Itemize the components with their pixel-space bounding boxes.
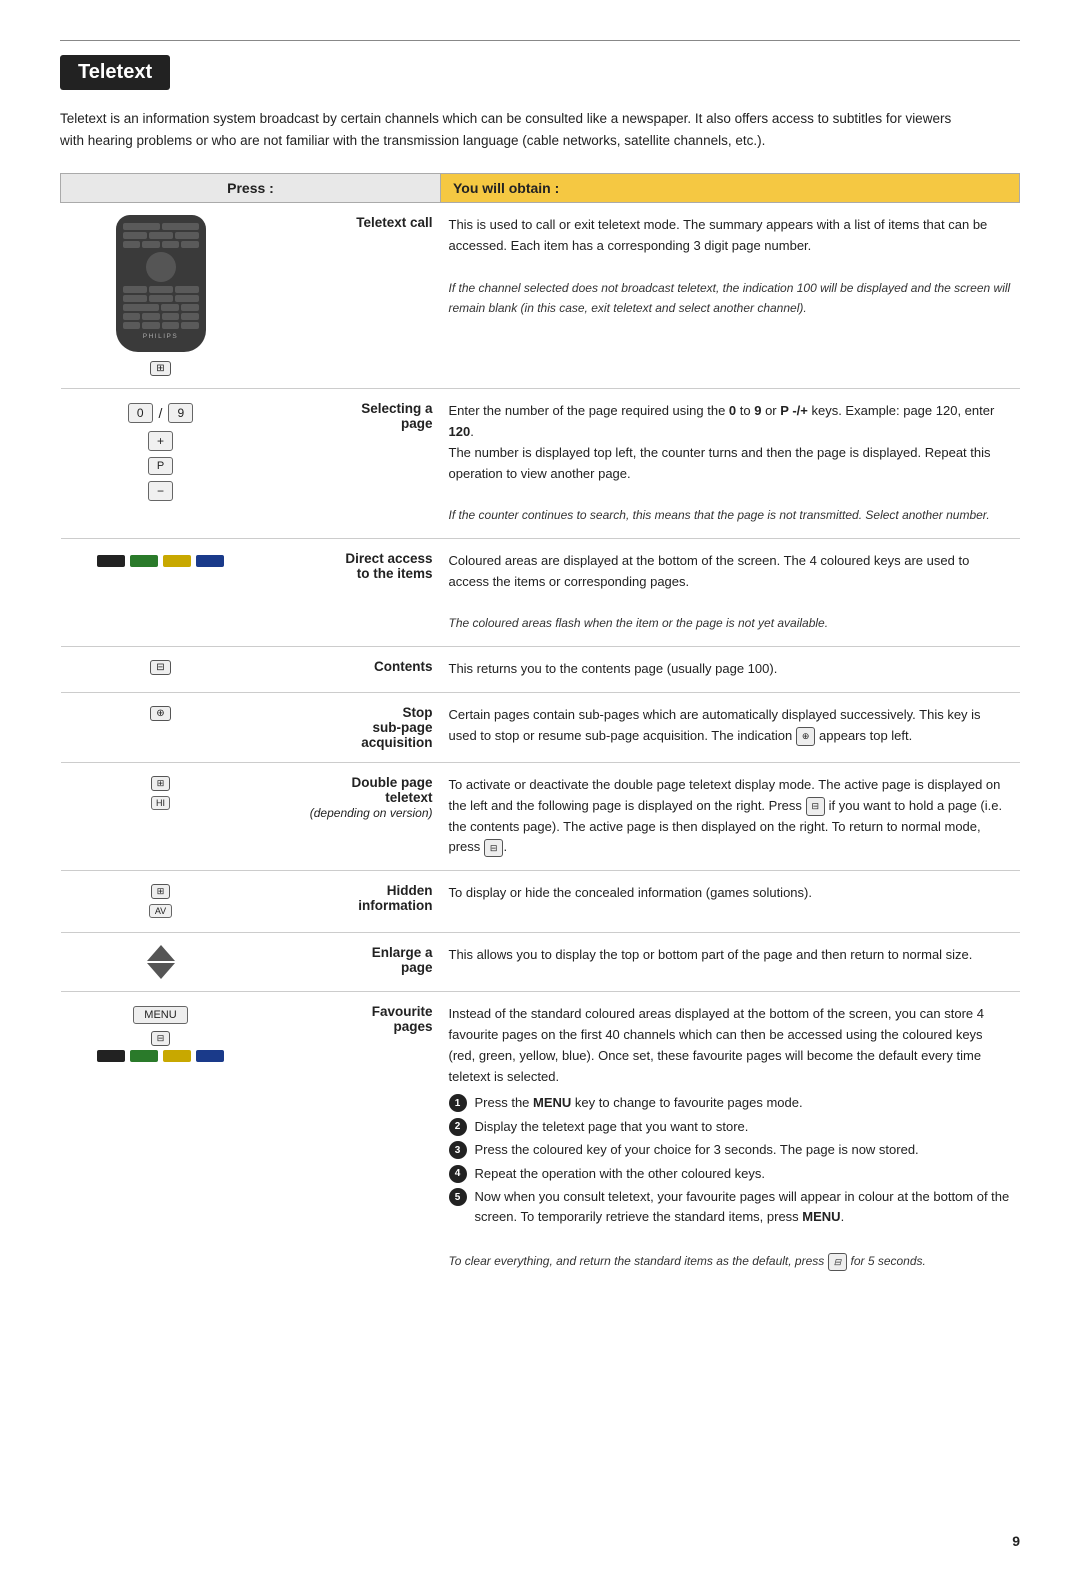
- label-stop-subpage: Stopsub-pageacquisition: [261, 693, 441, 763]
- label-hidden-info: Hiddeninformation: [261, 871, 441, 933]
- label-direct-access: Direct accessto the items: [261, 539, 441, 647]
- stop-subpage-button-icon: ⊕: [69, 705, 253, 721]
- label-selecting-page: Selecting apage: [261, 389, 441, 539]
- label-favourite: Favouritepages: [261, 992, 441, 1284]
- contents-button-icon: ⊟: [69, 659, 253, 675]
- number-buttons-icon: 0 / 9 + P −: [69, 401, 253, 503]
- table-row: ⊕ Stopsub-pageacquisition Certain pages …: [61, 693, 1020, 763]
- desc-selecting-page: Enter the number of the page required us…: [441, 389, 1020, 539]
- table-row: MENU ⊟ Favouritepages Instead of the sta…: [61, 992, 1020, 1284]
- press-header: Press :: [61, 174, 441, 203]
- page-number: 9: [1012, 1533, 1020, 1549]
- remote-control-icon: PHILIPS ⊞: [69, 215, 253, 376]
- desc-contents: This returns you to the contents page (u…: [441, 647, 1020, 693]
- table-row: Direct accessto the items Coloured areas…: [61, 539, 1020, 647]
- double-page-button-icon: ⊞ HI: [69, 775, 253, 812]
- favourite-pages-icon: MENU ⊟: [69, 1004, 253, 1062]
- table-row: ⊞ HI Double pageteletext (depending on v…: [61, 763, 1020, 871]
- page-title: Teletext: [60, 55, 1020, 108]
- label-enlarge: Enlarge apage: [261, 933, 441, 992]
- teletext-button-icon: ⊞: [150, 361, 170, 376]
- label-contents: Contents: [261, 647, 441, 693]
- table-row: PHILIPS ⊞ Teletext call This is used to …: [61, 203, 1020, 389]
- color-buttons-icon: [69, 555, 253, 567]
- desc-teletext-call: This is used to call or exit teletext mo…: [441, 203, 1020, 389]
- favourite-steps-list: 1 Press the MENU key to change to favour…: [449, 1093, 1012, 1226]
- desc-stop-subpage: Certain pages contain sub-pages which ar…: [441, 693, 1020, 763]
- obtain-header: You will obtain :: [441, 174, 1020, 203]
- label-teletext-call: Teletext call: [261, 203, 441, 389]
- desc-double-page: To activate or deactivate the double pag…: [441, 763, 1020, 871]
- desc-enlarge: This allows you to display the top or bo…: [441, 933, 1020, 992]
- label-double-page: Double pageteletext (depending on versio…: [261, 763, 441, 871]
- table-row: ⊟ Contents This returns you to the conte…: [61, 647, 1020, 693]
- intro-paragraph: Teletext is an information system broadc…: [60, 108, 960, 151]
- desc-favourite: Instead of the standard coloured areas d…: [441, 992, 1020, 1284]
- desc-hidden-info: To display or hide the concealed informa…: [441, 871, 1020, 933]
- table-row: 0 / 9 + P − Selecting apage: [61, 389, 1020, 539]
- enlarge-button-icon: [69, 945, 253, 979]
- table-row: ⊞ AV Hiddeninformation To display or hid…: [61, 871, 1020, 933]
- table-row: Enlarge apage This allows you to display…: [61, 933, 1020, 992]
- hidden-info-button-icon: ⊞ AV: [69, 883, 253, 920]
- desc-direct-access: Coloured areas are displayed at the bott…: [441, 539, 1020, 647]
